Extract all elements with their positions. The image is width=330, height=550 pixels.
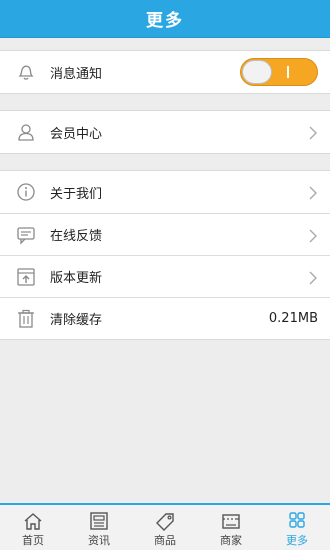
user-icon: [16, 122, 36, 142]
toggle-on-mark: [287, 66, 289, 78]
app-root: 更多 消息通知 会员中心 关于我们 在线反馈 版本更新 清除缓存 0.21MB …: [0, 0, 330, 550]
chevron-right-icon: [308, 125, 318, 140]
feedback-icon: [16, 225, 36, 245]
menu-label-about: 关于我们: [50, 186, 103, 202]
update-icon: [16, 267, 36, 287]
notifications-group: 消息通知: [0, 50, 330, 94]
nav-item-news[interactable]: 资讯: [66, 505, 132, 550]
menu-row-update[interactable]: 版本更新: [0, 255, 330, 297]
menu-label-update: 版本更新: [50, 271, 103, 286]
nav-item-products[interactable]: 商品: [132, 505, 198, 550]
member-center-label: 会员中心: [50, 126, 103, 142]
news-icon: [90, 512, 108, 530]
nav-item-home[interactable]: 首页: [0, 505, 66, 550]
menu-group: 关于我们 在线反馈 版本更新 清除缓存 0.21MB: [0, 170, 330, 340]
notifications-row: 消息通知: [0, 51, 330, 93]
menu-label-feedback: 在线反馈: [50, 229, 103, 244]
notifications-label: 消息通知: [50, 66, 103, 82]
member-center-row[interactable]: 会员中心: [0, 111, 330, 153]
page-title: 更多: [146, 11, 184, 31]
cache-size-value: 0.21MB: [268, 311, 318, 326]
chevron-right-icon: [308, 185, 318, 200]
nav-label-more: 更多: [286, 534, 308, 547]
member-group: 会员中心: [0, 110, 330, 154]
home-icon: [24, 513, 42, 530]
chevron-right-icon: [308, 270, 318, 284]
bell-icon: [16, 62, 36, 82]
nav-item-merchants[interactable]: 商家: [198, 505, 264, 550]
store-icon: [222, 514, 240, 529]
nav-label-home: 首页: [22, 534, 44, 547]
nav-label-products: 商品: [154, 534, 176, 547]
nav-label-news: 资讯: [88, 534, 110, 547]
toggle-knob: [242, 60, 272, 84]
nav-item-more[interactable]: 更多: [264, 505, 330, 550]
menu-row-about[interactable]: 关于我们: [0, 171, 330, 213]
page-header: 更多: [0, 0, 330, 38]
nav-label-merchants: 商家: [220, 534, 242, 547]
info-icon: [16, 182, 36, 202]
bottom-nav: 首页 资讯 商品 商家 更多: [0, 503, 330, 550]
chevron-right-icon: [308, 228, 318, 242]
notifications-toggle[interactable]: [240, 58, 318, 86]
trash-icon: [16, 309, 36, 329]
tag-icon: [156, 513, 174, 531]
clear-cache-label: 清除缓存: [50, 313, 103, 328]
more-grid-icon: [289, 512, 305, 528]
clear-cache-row[interactable]: 清除缓存 0.21MB: [0, 297, 330, 339]
menu-row-feedback[interactable]: 在线反馈: [0, 213, 330, 255]
